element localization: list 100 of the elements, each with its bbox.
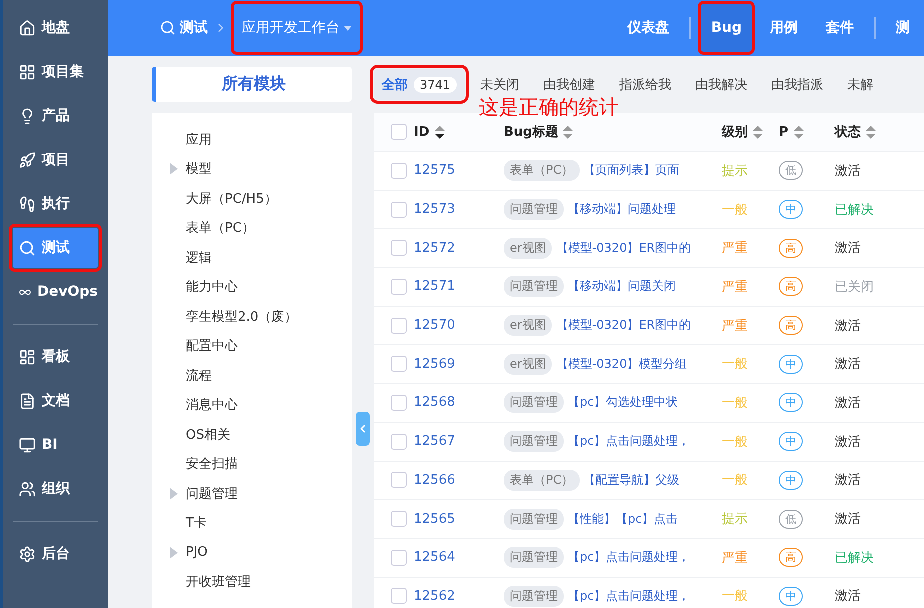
bug-id-link[interactable]: 12571 — [414, 279, 456, 294]
sidebar-icon — [19, 436, 36, 454]
module-item[interactable]: OS相关 — [170, 420, 352, 450]
bug-id-link[interactable]: 12568 — [414, 395, 456, 410]
row-checkbox[interactable] — [391, 202, 407, 218]
module-tag: 问题管理 — [504, 547, 564, 568]
bug-title-link[interactable]: 【模型-0320】模型分组 — [556, 356, 688, 373]
severity-text: 提示 — [722, 162, 748, 180]
sidebar-item[interactable]: DevOps — [13, 272, 98, 312]
module-item[interactable]: 配置中心 — [170, 332, 352, 361]
sidebar-item[interactable]: 组织 — [13, 469, 98, 509]
bug-title-link[interactable]: 【pc】点击问题处理， — [568, 588, 690, 605]
sidebar-item[interactable]: BI — [13, 425, 98, 465]
filter-tab[interactable]: 由我解决 — [688, 69, 756, 100]
bug-id-link[interactable]: 12569 — [414, 356, 456, 372]
module-item[interactable]: 应用 — [170, 125, 352, 154]
sidebar-item[interactable]: 文档 — [13, 381, 98, 421]
module-item[interactable]: 模型 — [170, 154, 352, 184]
module-item[interactable]: PJO — [170, 538, 352, 568]
row-checkbox[interactable] — [391, 434, 407, 450]
bug-id-link[interactable]: 12566 — [414, 472, 456, 488]
module-item[interactable]: 流程 — [170, 361, 352, 390]
bug-title-link[interactable]: 【模型-0320】ER图中的 — [556, 317, 692, 334]
row-checkbox[interactable] — [391, 472, 407, 488]
breadcrumb-section[interactable]: 测试 — [160, 19, 208, 37]
sidebar-item[interactable]: 地盘 — [13, 8, 98, 48]
column-header[interactable]: Bug标题 — [504, 123, 558, 141]
bug-title-link[interactable]: 【页面列表】页面 — [584, 162, 680, 180]
row-checkbox[interactable] — [391, 588, 407, 604]
sidebar-icon — [19, 196, 36, 212]
nav-tab[interactable]: 用例 — [760, 4, 808, 52]
module-item[interactable]: 逻辑 — [170, 243, 352, 272]
nav-tab[interactable]: 测 — [886, 4, 920, 52]
sidebar-item[interactable]: 项目 — [13, 140, 98, 180]
bug-title-link[interactable]: 【移动端】问题关闭 — [568, 278, 676, 296]
row-checkbox[interactable] — [391, 550, 407, 566]
bug-title-link[interactable]: 【pc】点击问题处理， — [568, 549, 690, 566]
severity-text: 一般 — [722, 434, 748, 451]
bug-id-link[interactable]: 12564 — [414, 550, 456, 566]
module-item[interactable]: 孪生模型2.0（废） — [170, 302, 352, 332]
sidebar-item[interactable]: 看板 — [13, 337, 98, 377]
bug-id-link[interactable]: 12573 — [414, 202, 456, 218]
nav-tab[interactable]: Bug — [701, 4, 752, 52]
row-checkbox[interactable] — [391, 511, 407, 528]
row-checkbox[interactable] — [391, 394, 407, 411]
column-header[interactable]: 级别 — [722, 123, 748, 141]
sidebar-item[interactable]: 后台 — [13, 534, 98, 574]
sidebar-item[interactable]: 测试 — [13, 228, 98, 268]
module-item[interactable]: 开收班管理 — [170, 568, 352, 597]
severity-text: 严重 — [722, 278, 748, 296]
module-item[interactable]: 能力中心 — [170, 272, 352, 302]
filter-tab[interactable]: 未解 — [840, 69, 882, 100]
caret-icon — [344, 26, 352, 30]
filter-tab[interactable]: 由我指派 — [764, 69, 832, 100]
sidebar-item[interactable]: 产品 — [13, 96, 98, 136]
bug-title-link[interactable]: 【性能】【pc】点击 — [568, 510, 678, 528]
bug-title-link[interactable]: 【模型-0320】ER图中的 — [556, 240, 692, 257]
bug-id-link[interactable]: 12562 — [414, 588, 456, 604]
nav-tab[interactable]: 仪表盘 — [617, 4, 680, 52]
bug-id-link[interactable]: 12572 — [414, 240, 456, 256]
bug-id-link[interactable]: 12567 — [414, 434, 456, 450]
row-checkbox[interactable] — [391, 318, 407, 334]
module-item[interactable]: T卡 — [170, 508, 352, 538]
sidebar-item[interactable]: 项目集 — [13, 52, 98, 92]
bug-title-link[interactable]: 【pc】勾选处理中状 — [568, 394, 678, 412]
bug-id-link[interactable]: 12570 — [414, 318, 456, 334]
priority-badge: 低 — [779, 510, 803, 529]
bug-title-link[interactable]: 【pc】点击问题处理， — [568, 433, 690, 450]
column-header[interactable]: 状态 — [835, 123, 861, 141]
filter-tab[interactable]: 全部 3741 — [374, 69, 465, 100]
project-dropdown[interactable]: 应用开发工作台 — [234, 4, 360, 52]
status-text: 已解决 — [835, 202, 874, 219]
severity-text: 一般 — [722, 394, 748, 412]
sort-icon[interactable] — [434, 126, 445, 138]
row-checkbox[interactable] — [391, 240, 407, 256]
module-item[interactable]: 表单（PC） — [170, 214, 352, 243]
column-header[interactable]: ID — [414, 124, 430, 140]
module-item[interactable]: 消息中心 — [170, 390, 352, 420]
column-header[interactable]: P — [779, 124, 789, 140]
status-text: 激活 — [835, 434, 861, 451]
bug-title-link[interactable]: 【配置导航】父级 — [584, 472, 680, 489]
status-text: 激活 — [835, 356, 861, 374]
breadcrumb-text[interactable]: 测试 — [180, 19, 208, 37]
module-tag: 表单（PC） — [504, 470, 580, 491]
row-checkbox[interactable] — [391, 356, 407, 372]
module-item[interactable]: 大屏（PC/H5） — [170, 184, 352, 214]
select-all-checkbox[interactable] — [391, 124, 407, 140]
nav-tab[interactable]: 套件 — [816, 4, 864, 52]
row-checkbox[interactable] — [391, 162, 407, 179]
severity-text: 严重 — [722, 550, 748, 567]
row-checkbox[interactable] — [391, 278, 407, 295]
bug-id-link[interactable]: 12565 — [414, 512, 456, 527]
module-item[interactable]: 问题管理 — [170, 479, 352, 508]
sidebar-item[interactable]: 执行 — [13, 184, 98, 224]
collapse-handle[interactable] — [356, 412, 370, 446]
priority-badge: 中 — [779, 354, 803, 374]
bug-title-link[interactable]: 【移动端】问题处理 — [568, 201, 676, 218]
bug-id-link[interactable]: 12575 — [414, 163, 456, 178]
module-item[interactable]: 安全扫描 — [170, 450, 352, 479]
priority-badge: 中 — [779, 432, 803, 452]
